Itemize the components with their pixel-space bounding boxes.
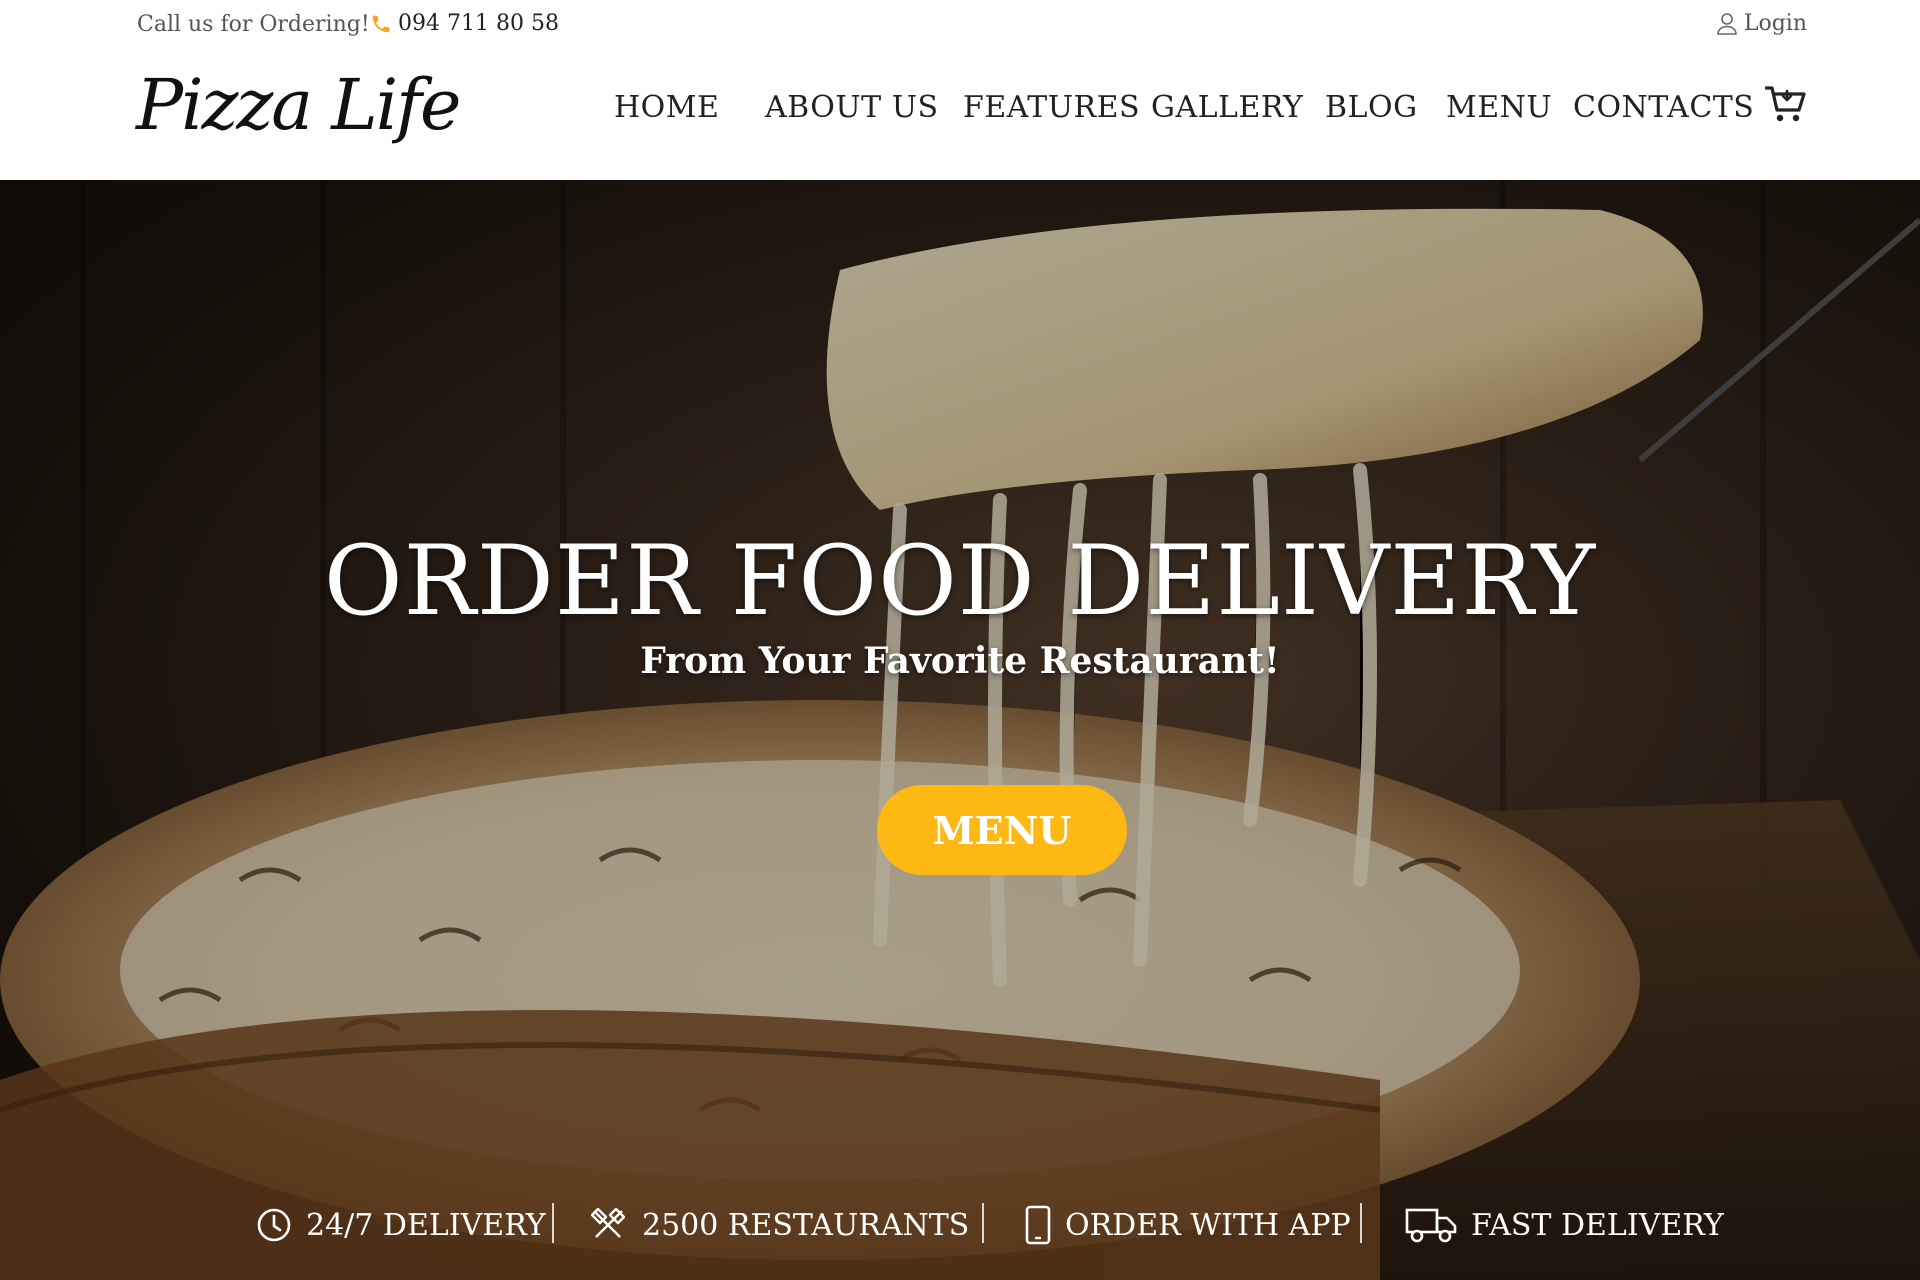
feature-label: 2500 RESTAURANTS [642,1207,970,1243]
phone-link[interactable]: 094 711 80 58 [370,11,559,36]
feature-divider [1360,1203,1362,1243]
cart-icon[interactable] [1765,84,1807,124]
feature-label: FAST DELIVERY [1471,1207,1724,1243]
truck-icon [1405,1208,1457,1243]
smartphone-icon [1025,1205,1051,1245]
feature-label: 24/7 DELIVERY [306,1207,546,1243]
login-label: Login [1743,11,1807,36]
user-icon [1717,12,1737,35]
feature-divider [552,1203,554,1243]
features-bar: 24/7 DELIVERY 2500 RESTAURANTS ORDER WIT… [0,1195,1920,1255]
main-nav: HOME ABOUT US FEATURES GALLERY BLOG MENU… [0,90,1920,130]
feature-app: ORDER WITH APP [1025,1195,1351,1255]
header: Pizza Life HOME ABOUT US FEATURES GALLER… [0,50,1920,180]
clock-icon [257,1208,291,1242]
phone-icon [372,15,390,32]
utensils-icon [590,1207,626,1238]
nav-gallery[interactable]: GALLERY [1151,90,1303,125]
nav-home[interactable]: HOME [614,90,719,125]
feature-fast-delivery: FAST DELIVERY [1405,1195,1724,1255]
hero-overlay [0,180,1920,1280]
feature-delivery: 24/7 DELIVERY [256,1195,546,1255]
hero-subheadline: From Your Favorite Restaurant! [640,640,1280,682]
top-bar: Call us for Ordering! 094 711 80 58 Logi… [0,0,1920,50]
feature-restaurants: 2500 RESTAURANTS [588,1195,969,1255]
nav-menu[interactable]: MENU [1446,90,1552,125]
menu-button[interactable]: MENU [877,785,1127,875]
nav-about-us[interactable]: ABOUT US [765,90,939,125]
login-link[interactable]: Login [1717,11,1807,36]
nav-features[interactable]: FEATURES [963,90,1140,125]
feature-divider [982,1203,984,1243]
hero-headline: ORDER FOOD DELIVERY [323,525,1597,637]
hero-section: ORDER FOOD DELIVERY From Your Favorite R… [0,180,1920,1280]
feature-label: ORDER WITH APP [1065,1207,1351,1243]
nav-blog[interactable]: BLOG [1325,90,1418,125]
call-us-text: Call us for Ordering! [137,12,370,37]
nav-contacts[interactable]: CONTACTS [1573,90,1754,125]
phone-number: 094 711 80 58 [398,11,559,36]
